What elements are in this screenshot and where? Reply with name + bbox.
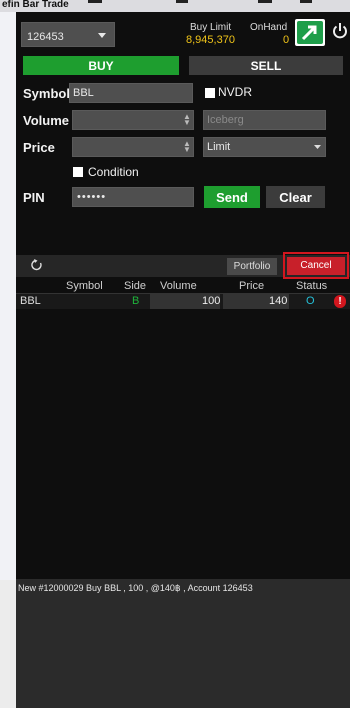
arrow-up-icon bbox=[297, 21, 323, 44]
status-message: New #12000029 Buy BBL , 100 , @140฿ , Ac… bbox=[18, 583, 253, 593]
price-input[interactable]: ▲ ▼ bbox=[72, 137, 194, 157]
power-icon[interactable] bbox=[332, 22, 348, 40]
cancel-button[interactable]: Cancel bbox=[287, 257, 345, 275]
chevron-down-icon bbox=[314, 145, 321, 149]
row-side: B bbox=[132, 295, 140, 307]
orders-table-header: Symbol Side Volume Price Status bbox=[16, 279, 350, 294]
titlebar-mark bbox=[258, 0, 272, 3]
price-type-select[interactable]: Limit bbox=[203, 137, 326, 157]
volume-label: Volume bbox=[23, 113, 69, 128]
send-button[interactable]: Send bbox=[204, 186, 260, 208]
pin-input[interactable]: •••••• bbox=[72, 187, 194, 207]
tab-buy[interactable]: BUY bbox=[23, 56, 179, 75]
window-title: efin Bar Trade bbox=[2, 0, 69, 10]
message-panel bbox=[16, 579, 350, 708]
col-side: Side bbox=[124, 280, 147, 292]
titlebar-mark bbox=[88, 0, 102, 3]
chevron-down-icon bbox=[98, 33, 106, 38]
nvdr-checkbox[interactable] bbox=[205, 88, 215, 98]
price-stepper[interactable]: ▲ ▼ bbox=[183, 140, 191, 154]
col-symbol: Symbol bbox=[66, 280, 103, 292]
condition-label: Condition bbox=[88, 165, 139, 179]
row-status: O bbox=[306, 295, 315, 307]
onhand-value: 0 bbox=[283, 34, 290, 46]
iceberg-input[interactable]: Iceberg bbox=[203, 110, 326, 130]
nvdr-label: NVDR bbox=[218, 85, 253, 99]
titlebar-mark bbox=[176, 0, 188, 3]
efin-logo[interactable] bbox=[295, 19, 325, 46]
volume-stepper[interactable]: ▲ ▼ bbox=[183, 113, 191, 127]
account-number: 126453 bbox=[27, 31, 64, 43]
buy-limit-value: 8,945,370 bbox=[186, 34, 235, 46]
row-symbol: BBL bbox=[20, 295, 41, 307]
col-volume: Volume bbox=[160, 280, 197, 292]
portfolio-button[interactable]: Portfolio bbox=[227, 258, 277, 275]
price-label: Price bbox=[23, 140, 55, 155]
symbol-input[interactable]: BBL bbox=[69, 83, 193, 103]
symbol-label: Symbol bbox=[23, 86, 70, 101]
left-margin bbox=[0, 580, 16, 708]
titlebar-mark bbox=[300, 0, 312, 3]
clear-button[interactable]: Clear bbox=[266, 186, 325, 208]
volume-input[interactable]: ▲ ▼ bbox=[72, 110, 194, 130]
col-price: Price bbox=[239, 280, 265, 292]
col-status: Status bbox=[296, 280, 328, 292]
refresh-icon[interactable] bbox=[31, 259, 43, 271]
cancel-order-icon[interactable]: ! bbox=[334, 295, 346, 308]
buy-limit-label: Buy Limit bbox=[190, 22, 232, 33]
condition-checkbox[interactable] bbox=[73, 167, 83, 177]
title-bar: efin Bar Trade bbox=[0, 0, 350, 12]
onhand-label: OnHand bbox=[250, 22, 288, 33]
price-type-value: Limit bbox=[207, 141, 231, 153]
pin-label: PIN bbox=[23, 190, 45, 205]
row-volume: 100 bbox=[202, 295, 221, 307]
table-row[interactable]: BBL B 100 140 O ! bbox=[16, 294, 350, 309]
account-select[interactable]: 126453 bbox=[21, 22, 115, 47]
tab-sell[interactable]: SELL bbox=[189, 56, 343, 75]
row-price: 140 bbox=[269, 295, 288, 307]
